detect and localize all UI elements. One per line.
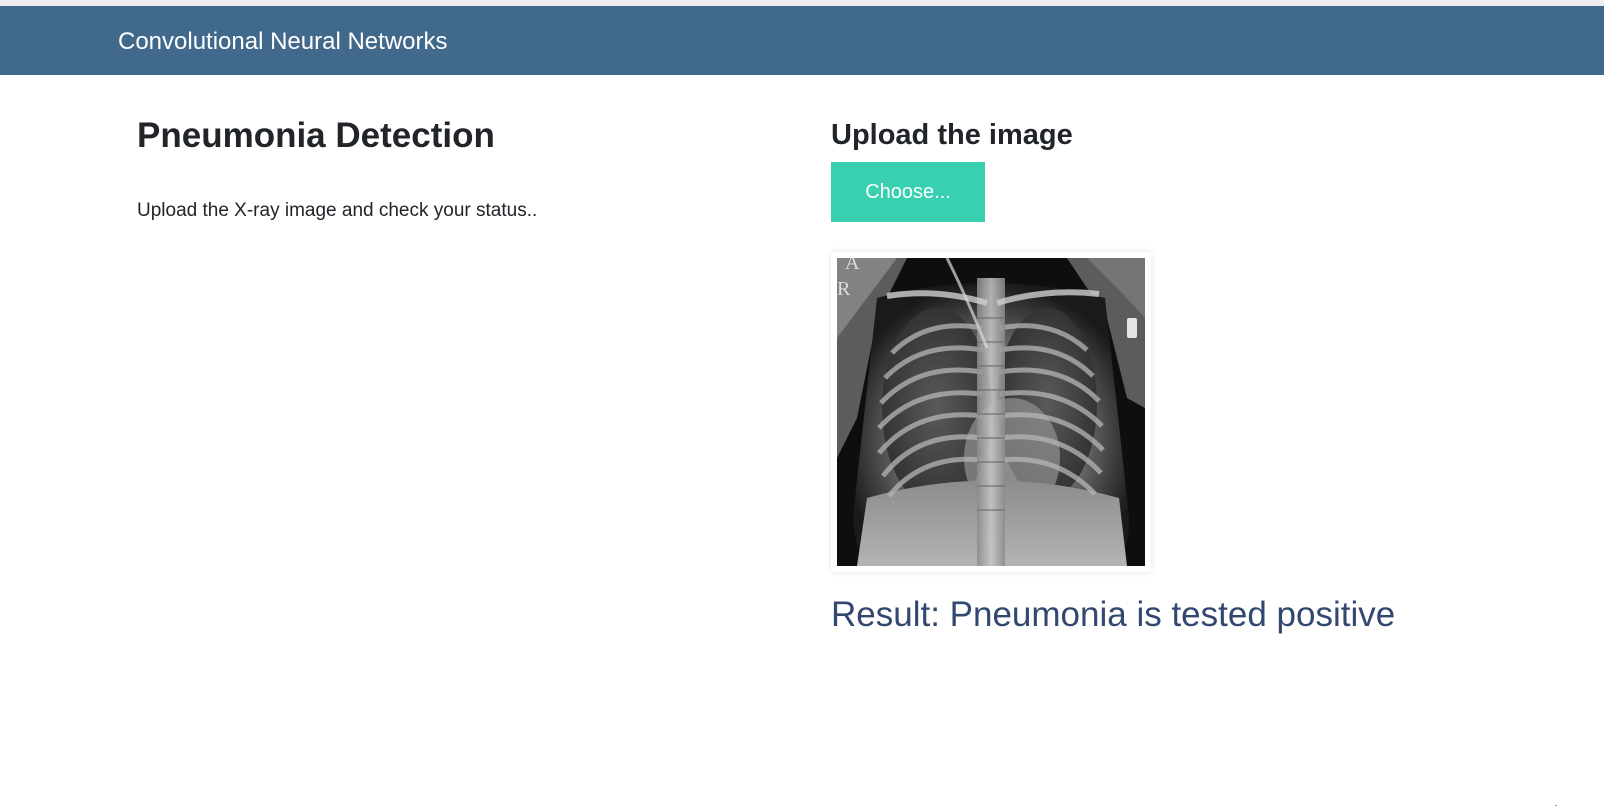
navbar: Convolutional Neural Networks — [0, 6, 1604, 75]
page-title: Pneumonia Detection — [137, 116, 495, 155]
corner-dot — [1555, 805, 1557, 806]
xray-marker-r: R — [837, 278, 851, 300]
result-text: Result: Pneumonia is tested positive — [831, 595, 1396, 634]
intro-section: Pneumonia Detection Upload the X-ray ima… — [137, 112, 777, 224]
choose-file-button[interactable]: Choose... — [831, 162, 985, 222]
chest-xray-image: A R — [837, 258, 1145, 566]
navbar-brand[interactable]: Convolutional Neural Networks — [118, 28, 447, 56]
image-preview: A R — [831, 252, 1151, 572]
upload-heading: Upload the image — [831, 119, 1073, 151]
xray-marker-a: A — [845, 258, 860, 274]
xray-graphic — [837, 258, 1145, 566]
upload-section: Upload the image Choose... A R Result: P… — [831, 115, 1551, 634]
page-description: Upload the X-ray image and check your st… — [137, 200, 538, 221]
